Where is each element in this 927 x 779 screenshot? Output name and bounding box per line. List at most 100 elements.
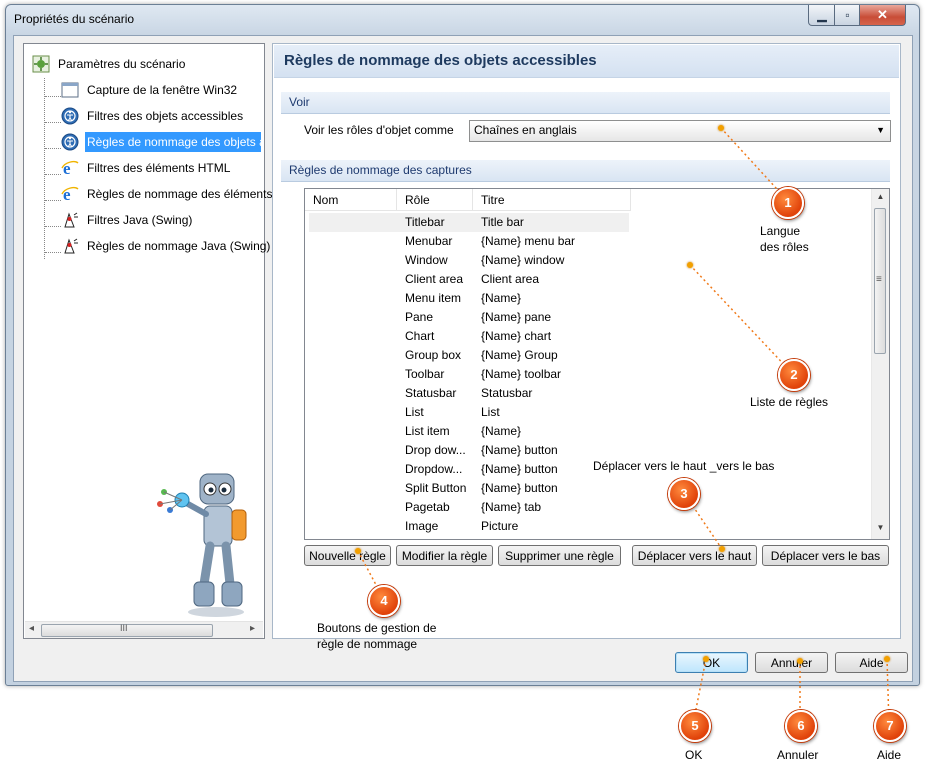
callout-text-1: Langue des rôles bbox=[760, 224, 809, 254]
roles-language-select[interactable]: Chaînes en anglais ▼ bbox=[469, 120, 891, 142]
internet-explorer-icon: e bbox=[61, 159, 79, 177]
tree-item-label: Capture de la fenêtre Win32 bbox=[87, 83, 238, 97]
table-row[interactable]: Image Picture bbox=[305, 517, 871, 536]
window-title: Propriétés du scénario bbox=[14, 12, 135, 26]
tree-connector bbox=[45, 226, 61, 227]
tree-item-label: Paramètres du scénario bbox=[58, 57, 186, 71]
callout-text-5: OK bbox=[685, 748, 703, 762]
rule-title-cell: {Name} bbox=[481, 291, 522, 305]
list-vertical-scrollbar[interactable]: ▲ ≡ ▼ bbox=[871, 189, 889, 539]
roles-display-label: Voir les rôles d'objet comme bbox=[304, 123, 454, 137]
column-header-name[interactable]: Nom bbox=[305, 189, 397, 211]
table-row[interactable]: Pagetab {Name} tab bbox=[305, 498, 871, 517]
rule-title-cell: {Name} window bbox=[481, 253, 565, 267]
minimize-button[interactable]: ▁ bbox=[808, 5, 836, 26]
maximize-button[interactable]: ▫ bbox=[834, 5, 861, 26]
dialog-window: Propriétés du scénario ▁ ▫ ✕ Paramètres … bbox=[5, 4, 920, 686]
scroll-grip-icon: III bbox=[120, 623, 128, 633]
panel-title: Règles de nommage des objets accessibles bbox=[284, 52, 597, 69]
rule-role-cell: Group box bbox=[405, 348, 462, 362]
rule-title-cell: Title bar bbox=[481, 215, 524, 229]
panel-header: Règles de nommage des objets accessibles bbox=[274, 45, 899, 78]
table-row[interactable]: Chart {Name} chart bbox=[305, 327, 871, 346]
close-icon: ✕ bbox=[877, 7, 888, 22]
rule-role-cell: Statusbar bbox=[405, 386, 457, 400]
scroll-thumb[interactable]: III bbox=[41, 623, 213, 637]
rule-role-cell: Toolbar bbox=[405, 367, 445, 381]
callout-badge-6: 6 bbox=[785, 710, 817, 742]
callout-anchor-dot bbox=[703, 656, 709, 662]
rule-role-cell: Pagetab bbox=[405, 500, 450, 514]
section-title: Voir bbox=[289, 95, 310, 109]
callout-badge-1: 1 bbox=[772, 187, 804, 219]
table-row[interactable]: Dropdow... {Name} button bbox=[305, 460, 871, 479]
scroll-thumb[interactable]: ≡ bbox=[874, 208, 886, 354]
delete-rule-button[interactable]: Supprimer une règle bbox=[498, 545, 621, 566]
rule-title-cell: Client area bbox=[481, 272, 540, 286]
tree-horizontal-scrollbar[interactable]: ◂ III ▸ bbox=[25, 621, 263, 638]
ok-button[interactable]: OK bbox=[675, 652, 748, 673]
rule-role-cell: Dropdow... bbox=[405, 462, 463, 476]
accessibility-icon bbox=[61, 107, 79, 125]
table-row[interactable]: Menu item {Name} bbox=[305, 289, 871, 308]
java-duke-icon bbox=[64, 212, 78, 228]
callout-anchor-dot bbox=[355, 548, 361, 554]
rule-role-cell: Split Button bbox=[405, 481, 467, 495]
rule-title-cell: {Name} menu bar bbox=[481, 234, 576, 248]
rule-role-cell: Titlebar bbox=[405, 215, 445, 229]
table-row[interactable]: List item {Name} bbox=[305, 422, 871, 441]
move-up-button[interactable]: Déplacer vers le haut bbox=[632, 545, 757, 566]
table-row[interactable]: Titlebar Title bar bbox=[309, 213, 629, 232]
table-row[interactable]: Drop dow... {Name} button bbox=[305, 441, 871, 460]
maximize-icon: ▫ bbox=[845, 8, 850, 22]
table-row[interactable]: Split Button {Name} button bbox=[305, 479, 871, 498]
callout-text-2: Liste de règles bbox=[750, 395, 829, 409]
column-header-role[interactable]: Rôle bbox=[397, 189, 473, 211]
minimize-icon: ▁ bbox=[817, 8, 827, 22]
dialog-client-area: Paramètres du scénario Capture de la fen… bbox=[13, 35, 913, 682]
new-rule-button[interactable]: Nouvelle règle bbox=[304, 545, 391, 566]
tree-connector bbox=[45, 252, 61, 253]
scroll-right-arrow-icon[interactable]: ▸ bbox=[250, 623, 255, 634]
tree-connector bbox=[45, 200, 61, 201]
scenario-settings-icon bbox=[32, 55, 50, 73]
move-down-button[interactable]: Déplacer vers le bas bbox=[762, 545, 889, 566]
tree-item-label: Filtres des objets accessibles bbox=[87, 109, 244, 123]
rule-title-cell: Statusbar bbox=[481, 386, 533, 400]
rule-role-cell: Drop dow... bbox=[405, 443, 466, 457]
cancel-button[interactable]: Annuler bbox=[755, 652, 828, 673]
close-button[interactable]: ✕ bbox=[859, 5, 906, 26]
scroll-left-arrow-icon[interactable]: ◂ bbox=[29, 623, 34, 634]
naming-rules-panel: Règles de nommage des objets accessibles… bbox=[272, 43, 901, 639]
tree-item-accessible-naming-rules[interactable]: Règles de nommage des objets accessibles bbox=[61, 132, 261, 152]
callout-anchor-dot bbox=[687, 262, 693, 268]
rule-role-cell: List bbox=[405, 405, 424, 419]
rule-role-cell: Image bbox=[405, 519, 439, 533]
callout-anchor-dot bbox=[719, 546, 725, 552]
scroll-up-arrow-icon[interactable]: ▲ bbox=[872, 192, 889, 201]
rule-title-cell: {Name} Group bbox=[481, 348, 558, 362]
scroll-down-arrow-icon[interactable]: ▼ bbox=[872, 523, 889, 532]
callout-badge-5: 5 bbox=[679, 710, 711, 742]
rule-title-cell: {Name} pane bbox=[481, 310, 552, 324]
tree-connector bbox=[45, 148, 61, 149]
settings-tree[interactable]: Paramètres du scénario Capture de la fen… bbox=[23, 43, 308, 639]
tree-item-label: Règles de nommage des objets accessibles bbox=[85, 132, 261, 152]
dropdown-arrow-icon: ▼ bbox=[876, 125, 885, 135]
section-title: Règles de nommage des captures bbox=[289, 163, 472, 177]
help-button[interactable]: Aide bbox=[835, 652, 908, 673]
table-row[interactable]: Client area Client area bbox=[305, 270, 871, 289]
table-row[interactable]: Pane {Name} pane bbox=[305, 308, 871, 327]
callout-anchor-dot bbox=[884, 656, 890, 662]
callout-anchor-dot bbox=[718, 125, 724, 131]
roles-language-value: Chaînes en anglais bbox=[474, 123, 577, 137]
tree-connector bbox=[45, 174, 61, 175]
callout-text-7: Aide bbox=[877, 748, 902, 762]
callout-text-3: Déplacer vers le haut _vers le bas bbox=[593, 459, 775, 473]
callout-badge-2: 2 bbox=[778, 359, 810, 391]
window-icon bbox=[61, 82, 79, 98]
rule-role-cell: Window bbox=[405, 253, 448, 267]
rule-role-cell: Menubar bbox=[405, 234, 453, 248]
column-header-title[interactable]: Titre bbox=[473, 189, 631, 211]
modify-rule-button[interactable]: Modifier la règle bbox=[396, 545, 493, 566]
